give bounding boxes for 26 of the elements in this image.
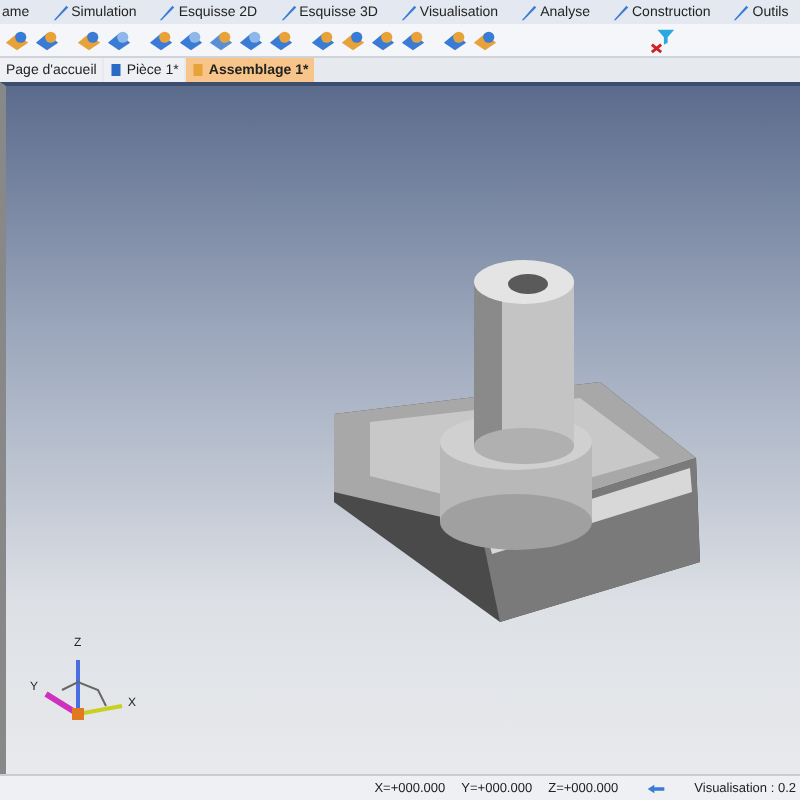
tab-icon (612, 3, 630, 21)
arrow-icon (646, 783, 667, 793)
tab-icon (732, 3, 751, 21)
tab-icon (158, 3, 177, 21)
document-icon (192, 62, 205, 78)
document-icon (110, 62, 123, 78)
shape-tool-icon[interactable] (442, 27, 468, 53)
shape-tool-icon[interactable] (238, 27, 264, 53)
tab-icon (520, 3, 539, 21)
shape-tool-icon[interactable] (310, 27, 336, 53)
tab-icon (399, 3, 418, 21)
shape-tool-icon[interactable] (268, 27, 294, 53)
shape-tool-icon[interactable] (208, 27, 234, 53)
shape-tool-icon[interactable] (4, 27, 30, 53)
shape-tool-icon[interactable] (400, 27, 426, 53)
shape-tool-icon[interactable] (76, 27, 102, 53)
shape-tool-icon[interactable] (472, 27, 498, 53)
shape-tool-icon[interactable] (34, 27, 60, 53)
shape-tool-icon[interactable] (178, 27, 204, 53)
shape-tool-icon[interactable] (106, 27, 132, 53)
shape-tool-icon[interactable] (340, 27, 366, 53)
tab-icon (51, 3, 70, 21)
tab-icon (279, 3, 298, 21)
filter-icon[interactable] (650, 27, 676, 53)
shape-tool-icon[interactable] (370, 27, 396, 53)
shape-tool-icon[interactable] (148, 27, 174, 53)
